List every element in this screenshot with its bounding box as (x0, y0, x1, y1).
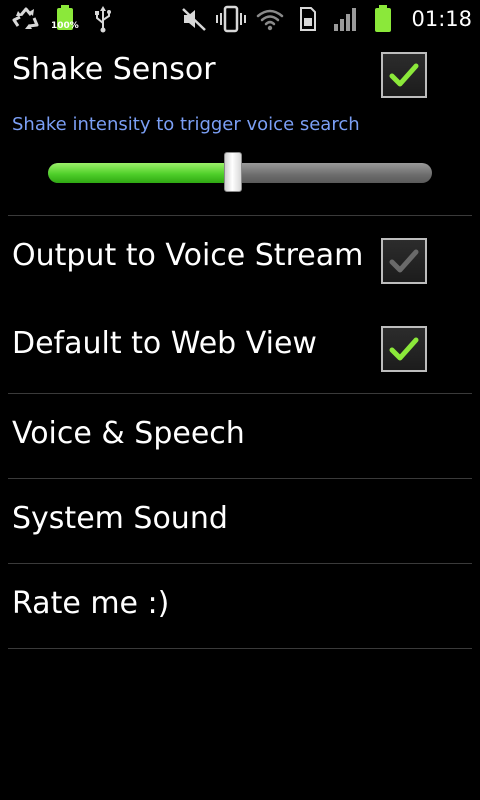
battery-percent-label: 100% (51, 21, 79, 31)
signal-icon (332, 0, 360, 38)
pref-title: Default to Web View (12, 326, 317, 361)
slider-thumb[interactable] (224, 152, 242, 192)
divider (8, 648, 472, 649)
pref-output-voice-stream[interactable]: Output to Voice Stream (0, 216, 480, 304)
status-bar: 100% 01:18 (0, 0, 480, 38)
default-web-view-checkbox[interactable] (381, 326, 427, 372)
battery-icon (370, 0, 396, 38)
output-voice-stream-checkbox[interactable] (381, 238, 427, 284)
pref-voice-speech[interactable]: Voice & Speech (0, 394, 480, 478)
pref-default-web-view[interactable]: Default to Web View (0, 304, 480, 393)
pref-title: Voice & Speech (12, 416, 245, 451)
mute-icon (180, 0, 208, 38)
clock: 01:18 (411, 7, 472, 31)
shake-sensor-checkbox[interactable] (381, 52, 427, 98)
slider-fill (48, 163, 233, 183)
vibrate-icon (215, 0, 247, 38)
pref-title: Shake Sensor (12, 52, 216, 87)
shake-intensity-slider[interactable] (48, 152, 432, 192)
checkmark-icon (389, 337, 419, 361)
usb-icon (90, 0, 116, 38)
pref-summary: Shake intensity to trigger voice search (12, 114, 360, 135)
pref-title: System Sound (12, 501, 228, 536)
pref-system-sound[interactable]: System Sound (0, 479, 480, 563)
checkmark-icon (389, 249, 419, 273)
pref-title: Rate me :) (12, 586, 170, 621)
recycle-icon (10, 0, 42, 38)
checkmark-icon (389, 63, 419, 87)
sim-card-icon (296, 0, 320, 38)
pref-title: Output to Voice Stream (12, 238, 364, 273)
wifi-icon (254, 0, 286, 38)
battery-full-icon (52, 0, 78, 38)
pref-rate-me[interactable]: Rate me :) (0, 564, 480, 648)
